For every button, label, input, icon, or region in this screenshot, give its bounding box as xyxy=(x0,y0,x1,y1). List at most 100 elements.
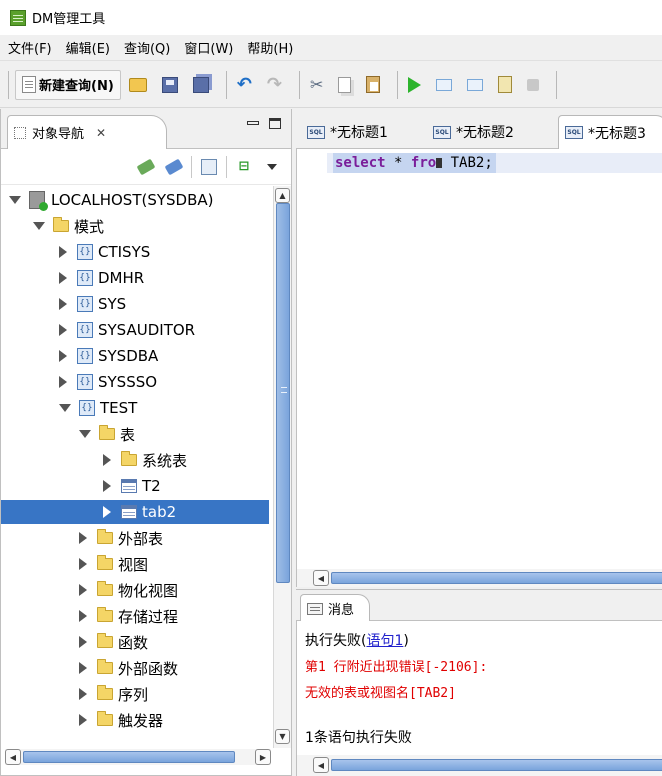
scroll-left-icon[interactable]: ◀ xyxy=(5,749,21,765)
title-bar: DM管理工具 xyxy=(0,0,662,35)
schema-icon: {} xyxy=(77,374,93,390)
collapsed-arrow-icon[interactable] xyxy=(79,688,87,700)
menu-help[interactable]: 帮助(H) xyxy=(247,38,293,57)
minimize-icon[interactable] xyxy=(247,121,259,125)
error-message-line: 第1 行附近出现错误[-2106]: xyxy=(305,660,488,675)
collapsed-arrow-icon[interactable] xyxy=(79,714,87,726)
tree-node[interactable]: 视图 xyxy=(79,552,148,576)
tree-node[interactable]: {} SYSAUDITOR xyxy=(59,318,195,342)
expanded-arrow-icon[interactable] xyxy=(79,430,91,438)
expanded-arrow-icon[interactable] xyxy=(9,196,21,204)
collapsed-arrow-icon[interactable] xyxy=(79,532,87,544)
expanded-arrow-icon[interactable] xyxy=(59,404,71,412)
sql-editor[interactable]: select * fro TAB2; xyxy=(296,149,662,569)
collapsed-arrow-icon[interactable] xyxy=(103,454,111,466)
run-step-button[interactable] xyxy=(432,70,459,100)
tree-node-label: SYSAUDITOR xyxy=(98,321,196,339)
tree-vertical-scrollbar[interactable]: ▲ ▼ xyxy=(273,186,291,748)
object-navigator-panel: 对象导航 ✕ ⊟ LOCALHOST(SYSDBA) 模式 {} CTISYS {} DM… xyxy=(0,109,292,776)
view-menu-button[interactable] xyxy=(261,156,283,178)
collapse-all-button[interactable]: ⊟ xyxy=(233,156,255,178)
tree-node[interactable]: 外部表 xyxy=(79,526,163,550)
undo-button[interactable]: ↶ xyxy=(233,70,259,100)
collapsed-arrow-icon[interactable] xyxy=(59,376,67,388)
tree-node[interactable]: 系统表 xyxy=(103,448,187,472)
scroll-left-icon[interactable]: ◀ xyxy=(313,570,329,586)
tree-node[interactable]: tab2 xyxy=(1,500,269,524)
tree-node[interactable]: {} CTISYS xyxy=(59,240,150,264)
tools-separator xyxy=(191,155,192,178)
tree-node[interactable]: 存储过程 xyxy=(79,604,178,628)
expanded-arrow-icon[interactable] xyxy=(33,222,45,230)
tree-node-label: 表 xyxy=(120,425,136,444)
message-tab[interactable]: 消息 xyxy=(300,594,370,622)
cut-button[interactable]: ✂ xyxy=(306,70,330,100)
tree-node[interactable]: {} TEST xyxy=(59,396,137,420)
tree-node[interactable]: T2 xyxy=(103,474,161,498)
menu-query[interactable]: 查询(Q) xyxy=(124,38,170,57)
scrollbar-thumb[interactable] xyxy=(331,759,662,771)
menu-window[interactable]: 窗口(W) xyxy=(184,38,233,57)
save-button[interactable] xyxy=(158,70,185,100)
menu-file[interactable]: 文件(F) xyxy=(8,38,52,57)
tree-node[interactable]: 函数 xyxy=(79,630,148,654)
tab-untitled-2[interactable]: SQL *无标题2 xyxy=(426,115,515,149)
scrollbar-thumb[interactable] xyxy=(23,751,235,763)
scroll-down-icon[interactable]: ▼ xyxy=(275,729,290,744)
tab-untitled-1[interactable]: SQL *无标题1 xyxy=(300,115,389,149)
sql-code-line[interactable]: select * fro TAB2; xyxy=(333,153,496,173)
collapsed-arrow-icon[interactable] xyxy=(79,636,87,648)
stop-button[interactable] xyxy=(523,70,546,100)
disconnect-button[interactable] xyxy=(163,156,185,178)
redo-button[interactable]: ↷ xyxy=(263,70,289,100)
tree-node[interactable]: {} SYSSSO xyxy=(59,370,157,394)
open-button[interactable] xyxy=(125,70,154,100)
tree-node[interactable]: LOCALHOST(SYSDBA) xyxy=(9,188,214,212)
navigator-tabbar: 对象导航 ✕ xyxy=(1,109,291,149)
collapsed-arrow-icon[interactable] xyxy=(59,246,67,258)
tree-node[interactable]: 序列 xyxy=(79,682,148,706)
scroll-left-icon[interactable]: ◀ xyxy=(313,757,329,773)
maximize-icon[interactable] xyxy=(269,118,281,129)
collapsed-arrow-icon[interactable] xyxy=(59,350,67,362)
tree-node[interactable]: 表 xyxy=(79,422,135,446)
statement-link[interactable]: 语句1 xyxy=(366,633,403,649)
tree-node[interactable]: {} SYSDBA xyxy=(59,344,158,368)
tree-node[interactable]: {} DMHR xyxy=(59,266,144,290)
message-horizontal-scrollbar[interactable]: ◀ xyxy=(296,755,662,776)
folder-icon xyxy=(97,607,113,622)
run-plan-button[interactable] xyxy=(463,70,490,100)
scrollbar-thumb[interactable] xyxy=(331,572,662,584)
run-script-button[interactable] xyxy=(494,70,519,100)
connect-button[interactable] xyxy=(135,156,157,178)
collapsed-arrow-icon[interactable] xyxy=(79,662,87,674)
tab-untitled-3[interactable]: SQL *无标题3 xyxy=(558,115,662,149)
tree-node[interactable]: 模式 xyxy=(33,214,104,238)
editor-horizontal-scrollbar[interactable]: ◀ xyxy=(296,569,662,587)
tree-node[interactable]: 外部函数 xyxy=(79,656,178,680)
navigator-tab[interactable]: 对象导航 ✕ xyxy=(7,115,167,149)
collapsed-arrow-icon[interactable] xyxy=(79,610,87,622)
collapsed-arrow-icon[interactable] xyxy=(59,324,67,336)
tree-node[interactable]: 触发器 xyxy=(79,708,163,732)
collapsed-arrow-icon[interactable] xyxy=(103,480,111,492)
collapsed-arrow-icon[interactable] xyxy=(103,506,111,518)
close-icon[interactable]: ✕ xyxy=(96,126,106,140)
scroll-up-icon[interactable]: ▲ xyxy=(275,188,290,203)
collapsed-arrow-icon[interactable] xyxy=(79,584,87,596)
tree-horizontal-scrollbar[interactable]: ◀ ▶ xyxy=(5,749,271,765)
copy-button[interactable] xyxy=(334,70,358,100)
tree-node[interactable]: 物化视图 xyxy=(79,578,178,602)
tree-node[interactable]: {} SYS xyxy=(59,292,126,316)
run-button[interactable] xyxy=(404,70,428,100)
scrollbar-thumb[interactable] xyxy=(276,203,290,583)
collapsed-arrow-icon[interactable] xyxy=(59,272,67,284)
new-query-button[interactable]: 新建查询(N) xyxy=(15,69,121,100)
refresh-button[interactable] xyxy=(198,156,220,178)
menu-edit[interactable]: 编辑(E) xyxy=(66,38,110,57)
paste-button[interactable] xyxy=(362,70,387,100)
save-all-button[interactable] xyxy=(189,70,216,100)
scroll-right-icon[interactable]: ▶ xyxy=(255,749,271,765)
collapsed-arrow-icon[interactable] xyxy=(59,298,67,310)
collapsed-arrow-icon[interactable] xyxy=(79,558,87,570)
